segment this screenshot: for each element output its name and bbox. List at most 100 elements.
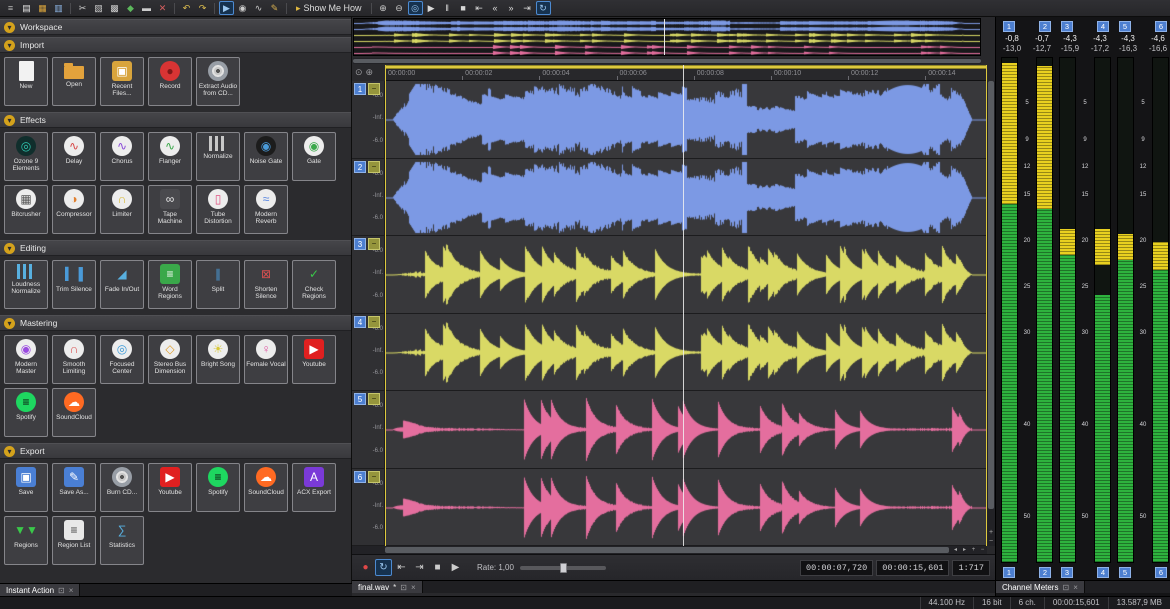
action-recent-files[interactable]: ▣Recent Files... xyxy=(100,57,144,106)
go-to-start-icon[interactable]: ⇤ xyxy=(472,1,487,15)
channel-minimize-button-5[interactable]: − xyxy=(368,393,380,405)
overview-scrollbar-thumb[interactable] xyxy=(353,59,981,63)
action-save[interactable]: ▣Save xyxy=(4,463,48,512)
section-header-editing[interactable]: ▾Editing xyxy=(0,240,351,256)
action-tube-distortion[interactable]: ▯Tube Distortion xyxy=(196,185,240,234)
collapse-chevron-icon[interactable]: ▾ xyxy=(4,22,15,33)
tab-channel-meters[interactable]: Channel Meters ⊡ × xyxy=(996,581,1085,593)
playhead-cursor[interactable] xyxy=(683,65,684,546)
paste-icon[interactable]: ▩ xyxy=(107,1,122,15)
channel-minimize-button-3[interactable]: − xyxy=(368,238,380,250)
action-check-regions-names[interactable]: ✓Check Regions names xyxy=(292,260,336,309)
action-delay[interactable]: ∿Delay xyxy=(52,132,96,181)
channel-minimize-button-4[interactable]: − xyxy=(368,316,380,328)
waveform-channel-6[interactable] xyxy=(385,470,987,545)
show-me-how-button[interactable]: ▸Show Me How xyxy=(291,1,367,15)
pencil-tool-icon[interactable]: ✎ xyxy=(267,1,282,15)
channel-chip-bottom-1[interactable]: 1 xyxy=(1003,567,1015,578)
action-record[interactable]: ●Record xyxy=(148,57,192,106)
stop-icon[interactable]: ■ xyxy=(429,559,446,576)
tab-instant-action[interactable]: Instant Action ⊡ × xyxy=(0,584,80,596)
rewind-icon[interactable]: « xyxy=(488,1,503,15)
action-trim-silence[interactable]: ▍▐Trim Silence xyxy=(52,260,96,309)
action-smooth-limiting[interactable]: ∩Smooth Limiting xyxy=(52,335,96,384)
channel-select-chip-3[interactable]: 3 xyxy=(1061,21,1073,32)
action-noise-gate[interactable]: ◉Noise Gate xyxy=(244,132,288,181)
action-burn-cd[interactable]: Burn CD... xyxy=(100,463,144,512)
channel-number-badge-3[interactable]: 3 xyxy=(354,238,366,250)
channel-number-badge-6[interactable]: 6 xyxy=(354,471,366,483)
zoom-out-icon[interactable]: ⊖ xyxy=(392,1,407,15)
section-header-effects[interactable]: ▾Effects xyxy=(0,112,351,128)
action-compressor[interactable]: ◑Compressor xyxy=(52,185,96,234)
trim-icon[interactable]: ▬ xyxy=(139,1,154,15)
action-ozone-9-elements[interactable]: ◎Ozone 9 Elements xyxy=(4,132,48,181)
action-spotify[interactable]: ≡Spotify xyxy=(196,463,240,512)
action-split[interactable]: ∥Split xyxy=(196,260,240,309)
lock-icon[interactable]: ⊙ xyxy=(355,67,363,78)
section-header-mastering[interactable]: ▾Mastering xyxy=(0,315,351,331)
forward-icon[interactable]: » xyxy=(504,1,519,15)
overview-scrollbar[interactable] xyxy=(353,58,981,64)
magnify-tool-icon[interactable]: ◉ xyxy=(235,1,250,15)
action-stereo-bus-dimension[interactable]: ◇Stereo Bus Dimension xyxy=(148,335,192,384)
go-to-end-icon[interactable]: ⇥ xyxy=(520,1,535,15)
waveform-channel-5[interactable] xyxy=(385,392,987,467)
zoom-out-time-icon[interactable]: − xyxy=(978,546,987,554)
waveform-channel-2[interactable] xyxy=(385,160,987,235)
action-acx-export[interactable]: AACX Export xyxy=(292,463,336,512)
waveform-channel-4[interactable] xyxy=(385,315,987,390)
action-modern-reverb[interactable]: ≈Modern Reverb xyxy=(244,185,288,234)
delete-icon[interactable]: ✕ xyxy=(155,1,170,15)
playback-rate-slider[interactable] xyxy=(520,566,606,570)
channel-chip-bottom-5[interactable]: 5 xyxy=(1119,567,1131,578)
collapse-chevron-icon[interactable]: ▾ xyxy=(4,318,15,329)
channel-number-badge-4[interactable]: 4 xyxy=(354,316,366,328)
channel-minimize-button-2[interactable]: − xyxy=(368,161,380,173)
rate-slider-handle[interactable] xyxy=(560,563,567,573)
collapse-chevron-icon[interactable]: ▾ xyxy=(4,115,15,126)
play-icon[interactable]: ▶ xyxy=(447,559,464,576)
time-ruler[interactable]: 00:00:0000:00:0200:00:0400:00:0600:00:08… xyxy=(385,69,987,81)
edit-tool-icon[interactable]: ▶ xyxy=(219,1,234,15)
channel-number-badge-2[interactable]: 2 xyxy=(354,161,366,173)
horizontal-scrollbar[interactable]: ◂ ▸ + − xyxy=(352,546,987,554)
section-header-import[interactable]: ▾Import xyxy=(0,37,351,53)
save-icon[interactable]: ▥ xyxy=(51,1,66,15)
close-icon[interactable]: × xyxy=(69,586,74,595)
section-header-workspace[interactable]: ▾Workspace xyxy=(0,19,351,35)
vertical-scrollbar-thumb[interactable] xyxy=(988,81,994,509)
channel-minimize-button-6[interactable]: − xyxy=(368,471,380,483)
channel-number-badge-5[interactable]: 5 xyxy=(354,393,366,405)
action-shorten-silence[interactable]: ⊠Shorten Silence xyxy=(244,260,288,309)
channel-select-chip-6[interactable]: 6 xyxy=(1155,21,1167,32)
vertical-scrollbar[interactable]: + − xyxy=(987,81,995,546)
go-to-end-icon[interactable]: ⇥ xyxy=(411,559,428,576)
collapse-chevron-icon[interactable]: ▾ xyxy=(4,40,15,51)
zoom-in-vertical-icon[interactable]: + xyxy=(987,528,995,537)
action-youtube[interactable]: ▶Youtube xyxy=(148,463,192,512)
loop-playback-icon[interactable]: ↻ xyxy=(375,559,392,576)
section-header-export[interactable]: ▾Export xyxy=(0,443,351,459)
channel-chip-bottom-2[interactable]: 2 xyxy=(1039,567,1051,578)
cut-icon[interactable]: ✂ xyxy=(75,1,90,15)
channel-minimize-button-1[interactable]: − xyxy=(368,83,380,95)
action-new[interactable]: New xyxy=(4,57,48,106)
close-icon[interactable]: × xyxy=(411,583,416,592)
channel-chip-bottom-6[interactable]: 6 xyxy=(1155,567,1167,578)
channel-select-chip-2[interactable]: 2 xyxy=(1039,21,1051,32)
action-statistics[interactable]: ∑Statistics xyxy=(100,516,144,565)
collapse-chevron-icon[interactable]: ▾ xyxy=(4,446,15,457)
play-all-icon[interactable]: ▶ xyxy=(424,1,439,15)
action-youtube[interactable]: ▶Youtube xyxy=(292,335,336,384)
action-tape-machine[interactable]: ∞Tape Machine xyxy=(148,185,192,234)
action-region-list[interactable]: ≡Region List xyxy=(52,516,96,565)
action-open[interactable]: Open xyxy=(52,57,96,106)
snap-cursor-icon[interactable]: ⊕ xyxy=(366,67,374,78)
zoom-out-vertical-icon[interactable]: − xyxy=(987,537,995,546)
scroll-left-icon[interactable]: ◂ xyxy=(951,546,960,554)
action-modern-master[interactable]: ◉Modern Master xyxy=(4,335,48,384)
horizontal-scrollbar-thumb[interactable] xyxy=(385,547,949,553)
stop-icon[interactable]: ■ xyxy=(456,1,471,15)
redo-icon[interactable]: ↷ xyxy=(195,1,210,15)
